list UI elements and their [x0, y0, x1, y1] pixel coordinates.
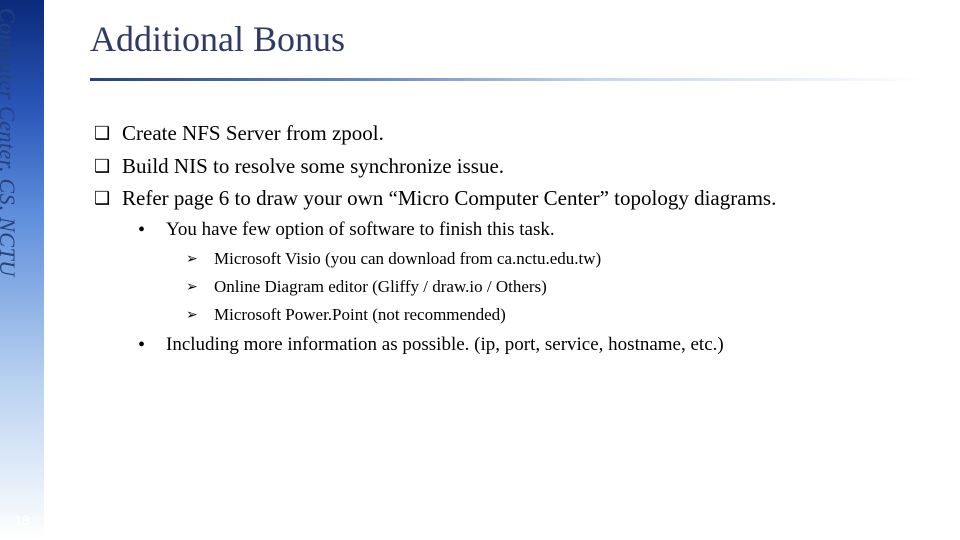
arrow-bullet-icon: ➢	[186, 302, 208, 330]
sidebar-gradient: Computer Center, CS, NCTU 18	[0, 0, 44, 540]
square-bullet-icon: ❑	[94, 117, 116, 149]
list-item: ➢ Microsoft Visio (you can download from…	[186, 246, 930, 274]
list-item: ➢ Online Diagram editor (Gliffy / draw.i…	[186, 274, 930, 302]
list-item: ❑ Build NIS to resolve some synchronize …	[94, 150, 930, 183]
title-underline	[90, 78, 930, 81]
list-item: ❑ Create NFS Server from zpool.	[94, 117, 930, 150]
page-title: Additional Bonus	[90, 18, 930, 60]
bullet-text: Refer page 6 to draw your own “Micro Com…	[122, 182, 930, 215]
bullet-text: Including more information as possible. …	[166, 330, 930, 359]
slide: Computer Center, CS, NCTU 18 Additional …	[0, 0, 960, 540]
content-area: Additional Bonus ❑ Create NFS Server fro…	[90, 18, 930, 361]
org-text: Computer Center, CS, NCTU	[0, 8, 20, 277]
list-item: • You have few option of software to fin…	[138, 215, 930, 246]
bullet-text: Microsoft Visio (you can download from c…	[214, 246, 930, 272]
bullet-text: You have few option of software to finis…	[166, 215, 930, 244]
list-item: ➢ Microsoft Power.Point (not recommended…	[186, 302, 930, 330]
bullet-text: Online Diagram editor (Gliffy / draw.io …	[214, 274, 930, 300]
arrow-bullet-icon: ➢	[186, 246, 208, 274]
square-bullet-icon: ❑	[94, 150, 116, 182]
dot-bullet-icon: •	[138, 215, 160, 246]
bullet-text: Build NIS to resolve some synchronize is…	[122, 150, 930, 183]
bullet-list: ❑ Create NFS Server from zpool. ❑ Build …	[90, 117, 930, 361]
arrow-bullet-icon: ➢	[186, 274, 208, 302]
dot-bullet-icon: •	[138, 330, 160, 361]
bullet-text: Microsoft Power.Point (not recommended)	[214, 302, 930, 328]
list-item: • Including more information as possible…	[138, 330, 930, 361]
page-number: 18	[0, 512, 44, 528]
square-bullet-icon: ❑	[94, 182, 116, 214]
bullet-text: Create NFS Server from zpool.	[122, 117, 930, 150]
list-item: ❑ Refer page 6 to draw your own “Micro C…	[94, 182, 930, 215]
